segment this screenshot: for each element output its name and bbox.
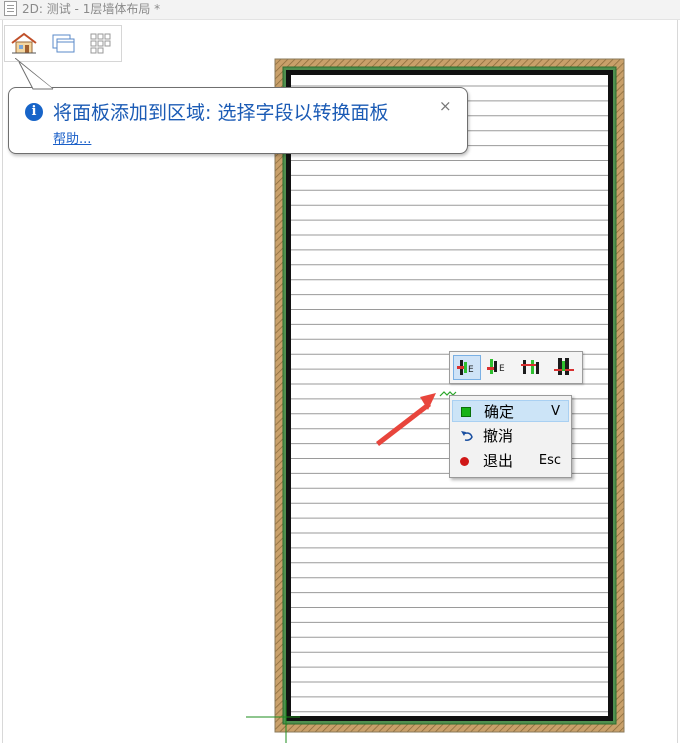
panel-mode-4-icon [554, 358, 574, 375]
undo-icon [461, 431, 473, 441]
menu-item-confirm[interactable]: 确定 V [452, 400, 569, 422]
grid-view-icon [90, 33, 111, 54]
home-view-button[interactable] [9, 30, 39, 57]
tooltip-tail [15, 58, 54, 90]
svg-text:E: E [499, 364, 505, 374]
tooltip-message: 将面板添加到区域: 选择字段以转换面板 [53, 102, 389, 124]
windows-icon [52, 34, 75, 53]
help-link[interactable]: 帮助... [53, 128, 91, 147]
panel-mode-2-icon: E [487, 359, 505, 374]
windows-button[interactable] [49, 30, 79, 57]
menu-item-label: 撤消 [483, 427, 514, 445]
menu-item-label: 确定 [484, 403, 515, 421]
green-square-icon [461, 407, 471, 417]
panel-toolbar: E E [449, 351, 583, 384]
menu-item-shortcut: Esc [538, 453, 561, 468]
info-icon: i [25, 103, 43, 121]
menu-item-shortcut: V [551, 404, 560, 419]
grid-view-button[interactable] [87, 30, 117, 57]
menu-item-exit[interactable]: 退出 Esc [452, 450, 569, 472]
home-view-icon [11, 32, 37, 54]
menu-item-undo[interactable]: 撤消 [452, 425, 569, 447]
panel-mode-1-button[interactable]: E [453, 355, 481, 380]
view-toolbar [4, 25, 122, 62]
svg-text:E: E [468, 365, 474, 375]
red-dot-icon [460, 457, 469, 466]
panel-mode-3-icon [521, 360, 539, 374]
panel-mode-2-button[interactable]: E [485, 355, 513, 380]
panel-mode-4-button[interactable] [551, 355, 579, 380]
context-menu: 确定 V 撤消 退出 Esc [449, 395, 572, 478]
panel-mode-3-button[interactable] [518, 355, 546, 380]
info-tooltip: i 将面板添加到区域: 选择字段以转换面板 帮助... × [8, 58, 468, 154]
close-icon[interactable]: × [439, 97, 452, 115]
panel-mode-1-icon: E [457, 360, 474, 375]
menu-item-label: 退出 [483, 452, 514, 470]
